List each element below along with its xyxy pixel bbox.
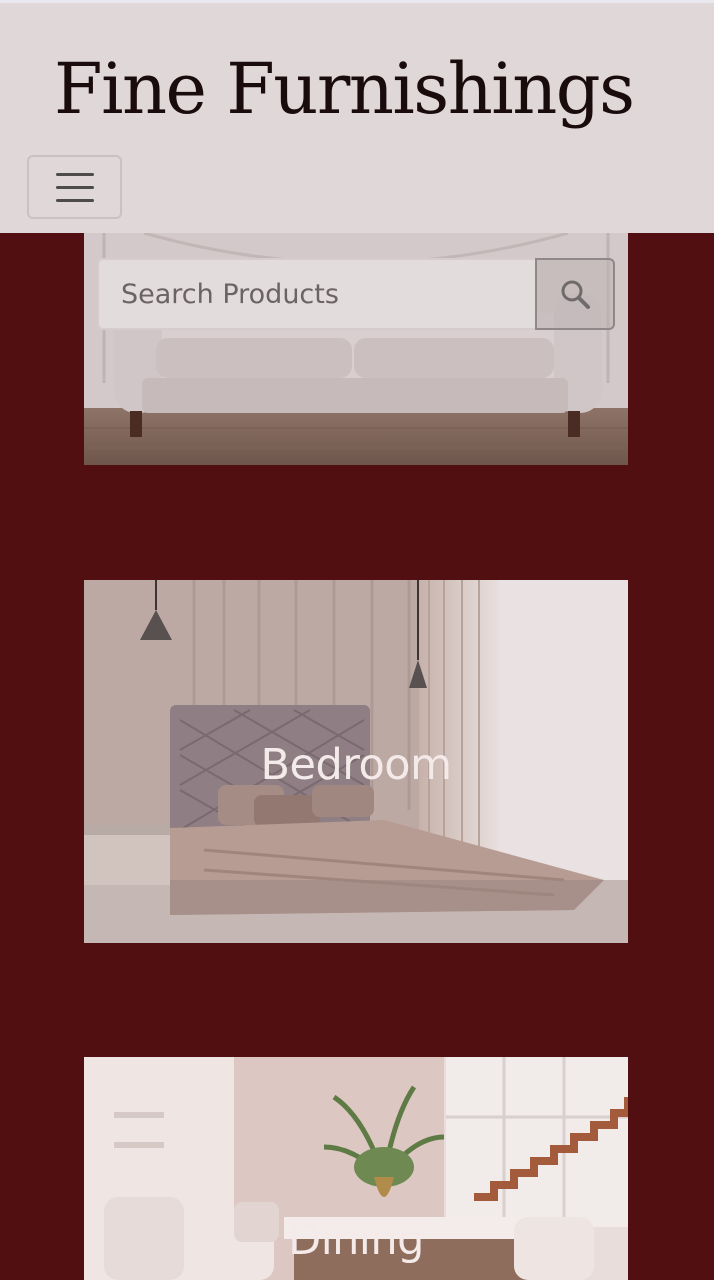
search-bar bbox=[97, 258, 615, 330]
category-card-bedroom[interactable]: Bedroom bbox=[84, 580, 628, 943]
page: Fine Furnishings Search Products Bedroom… bbox=[0, 0, 714, 1280]
hamburger-icon bbox=[55, 173, 94, 202]
search-icon bbox=[558, 277, 592, 311]
category-label-dining: Dining bbox=[288, 1215, 424, 1265]
search-input[interactable] bbox=[97, 258, 536, 330]
search-button[interactable] bbox=[535, 258, 615, 330]
site-header: Fine Furnishings bbox=[0, 0, 714, 233]
brand-title[interactable]: Fine Furnishings bbox=[54, 47, 635, 131]
category-card-dining[interactable]: Dining bbox=[84, 1057, 628, 1280]
category-label-bedroom: Bedroom bbox=[260, 740, 453, 790]
menu-toggle-button[interactable] bbox=[27, 155, 122, 219]
